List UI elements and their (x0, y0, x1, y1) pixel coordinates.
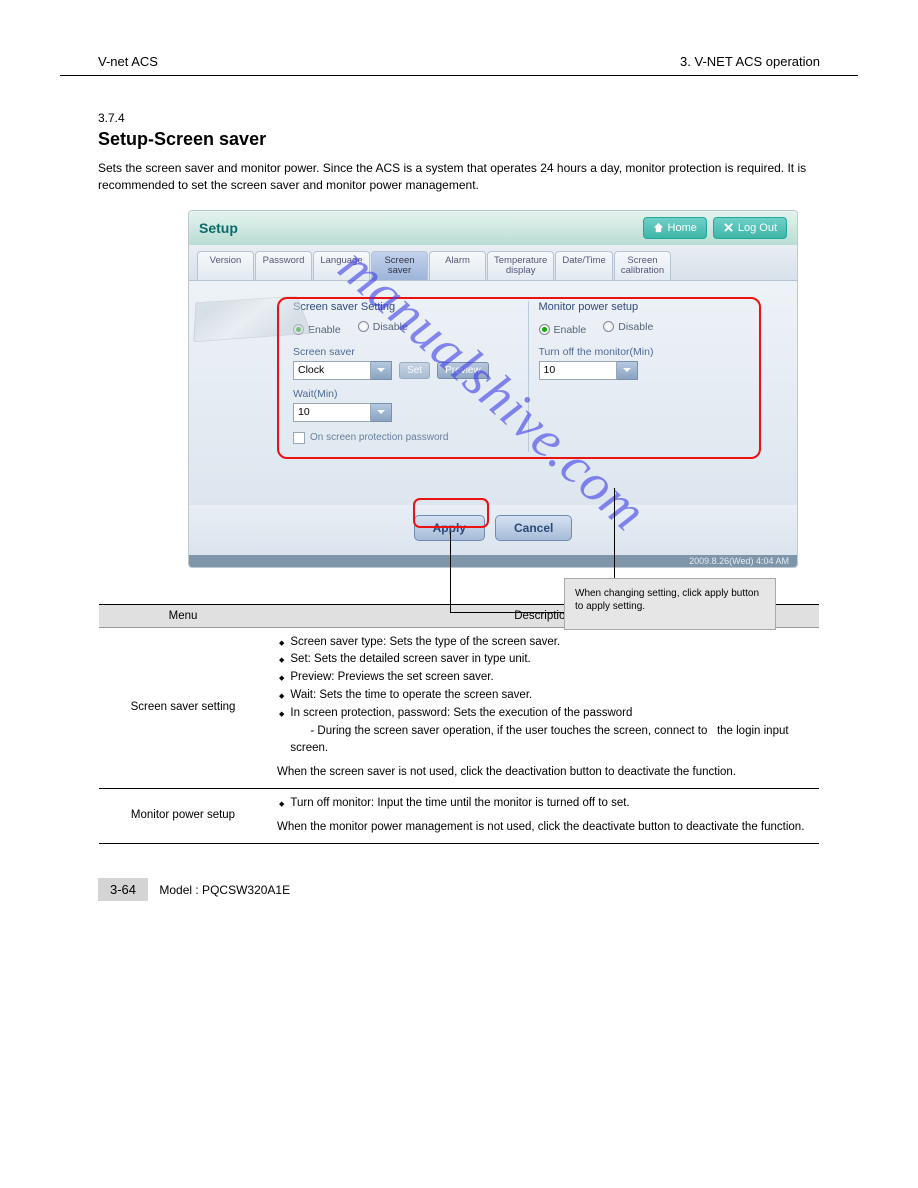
tab-version[interactable]: Version (197, 251, 254, 280)
section-number: 3.7.4 (98, 111, 820, 125)
row-desc: Turn off monitor: Input the time until t… (267, 789, 819, 844)
cancel-button[interactable]: Cancel (495, 515, 572, 541)
chevron-down-icon[interactable] (371, 403, 392, 422)
home-icon (653, 222, 664, 233)
row-menu: Screen saver setting (99, 627, 267, 789)
tab-temperature-display[interactable]: Temperature display (487, 251, 554, 280)
password-checkbox[interactable] (293, 432, 305, 444)
screen-saver-pane: Screen saver Setting Enable Disable Scre… (283, 301, 528, 452)
description-table: Menu Description Screen saver setting Sc… (99, 604, 819, 844)
table-header-menu: Menu (99, 604, 267, 627)
screen-saver-input[interactable] (293, 361, 371, 380)
password-checkbox-label: On screen protection password (310, 432, 448, 443)
mp-enable-radio[interactable]: Enable (539, 324, 587, 336)
header-rule (60, 75, 858, 76)
turnoff-combo[interactable] (539, 361, 638, 380)
logout-button[interactable]: Log Out (713, 217, 787, 239)
radio-on-icon (539, 324, 550, 335)
preview-button[interactable]: Preview (437, 362, 489, 379)
chevron-down-icon[interactable] (371, 361, 392, 380)
tab-language[interactable]: Language (313, 251, 370, 280)
titlebar: Setup Home Log Out (189, 211, 797, 245)
tab-screen-calibration[interactable]: Screen calibration (614, 251, 671, 280)
header-right: 3. V-NET ACS operation (680, 54, 820, 69)
callout-line-apply (450, 532, 451, 612)
monitor-power-pane: Monitor power setup Enable Disable Turn … (528, 301, 774, 452)
radio-off-icon (603, 321, 614, 332)
tab-screen-saver[interactable]: Screen saver (371, 251, 428, 280)
callout-apply-text: When changing setting, click apply butto… (575, 587, 765, 613)
footer-model: Model : PQCSW320A1E (159, 883, 290, 897)
radio-off-icon (358, 321, 369, 332)
footer: 3-64 Model : PQCSW320A1E (60, 878, 858, 901)
wait-combo[interactable] (293, 403, 392, 422)
screen-saver-combo[interactable] (293, 361, 392, 380)
close-icon (723, 222, 734, 233)
tab-alarm[interactable]: Alarm (429, 251, 486, 280)
callout-box: When changing setting, click apply butto… (564, 578, 776, 630)
chevron-down-icon[interactable] (617, 361, 638, 380)
turnoff-input[interactable] (539, 361, 617, 380)
row-desc: Screen saver type: Sets the type of the … (267, 627, 819, 789)
tab-date-time[interactable]: Date/Time (555, 251, 612, 280)
status-bar: 2009.8.26(Wed) 4:04 AM (189, 555, 797, 567)
header-left: V-net ACS (98, 54, 158, 69)
page-number: 3-64 (98, 878, 148, 901)
device-illustration (193, 296, 311, 342)
ss-disable-radio[interactable]: Disable (358, 321, 408, 333)
monitor-power-title: Monitor power setup (539, 301, 764, 313)
wait-label: Wait(Min) (293, 388, 518, 400)
app-window: Setup Home Log Out Version Password Lang… (188, 210, 798, 568)
callout-line-monitor (614, 488, 615, 578)
tab-password[interactable]: Password (255, 251, 312, 280)
wait-input[interactable] (293, 403, 371, 422)
table-row: Monitor power setup Turn off monitor: In… (99, 789, 819, 844)
section-title: Setup-Screen saver (98, 129, 820, 150)
table-row: Screen saver setting Screen saver type: … (99, 627, 819, 789)
row-menu: Monitor power setup (99, 789, 267, 844)
content-area: Screen saver Setting Enable Disable Scre… (189, 281, 797, 505)
mp-disable-radio[interactable]: Disable (603, 321, 653, 333)
turnoff-label: Turn off the monitor(Min) (539, 346, 764, 358)
section-intro: Sets the screen saver and monitor power.… (98, 160, 820, 194)
window-title: Setup (199, 220, 637, 236)
set-button[interactable]: Set (399, 362, 430, 379)
screen-saver-title: Screen saver Setting (293, 301, 518, 313)
button-bar: Apply Cancel (189, 505, 797, 555)
home-button[interactable]: Home (643, 217, 707, 239)
tab-strip: Version Password Language Screen saver A… (189, 245, 797, 281)
callout-hline-apply (450, 612, 564, 613)
screen-saver-label: Screen saver (293, 346, 518, 358)
